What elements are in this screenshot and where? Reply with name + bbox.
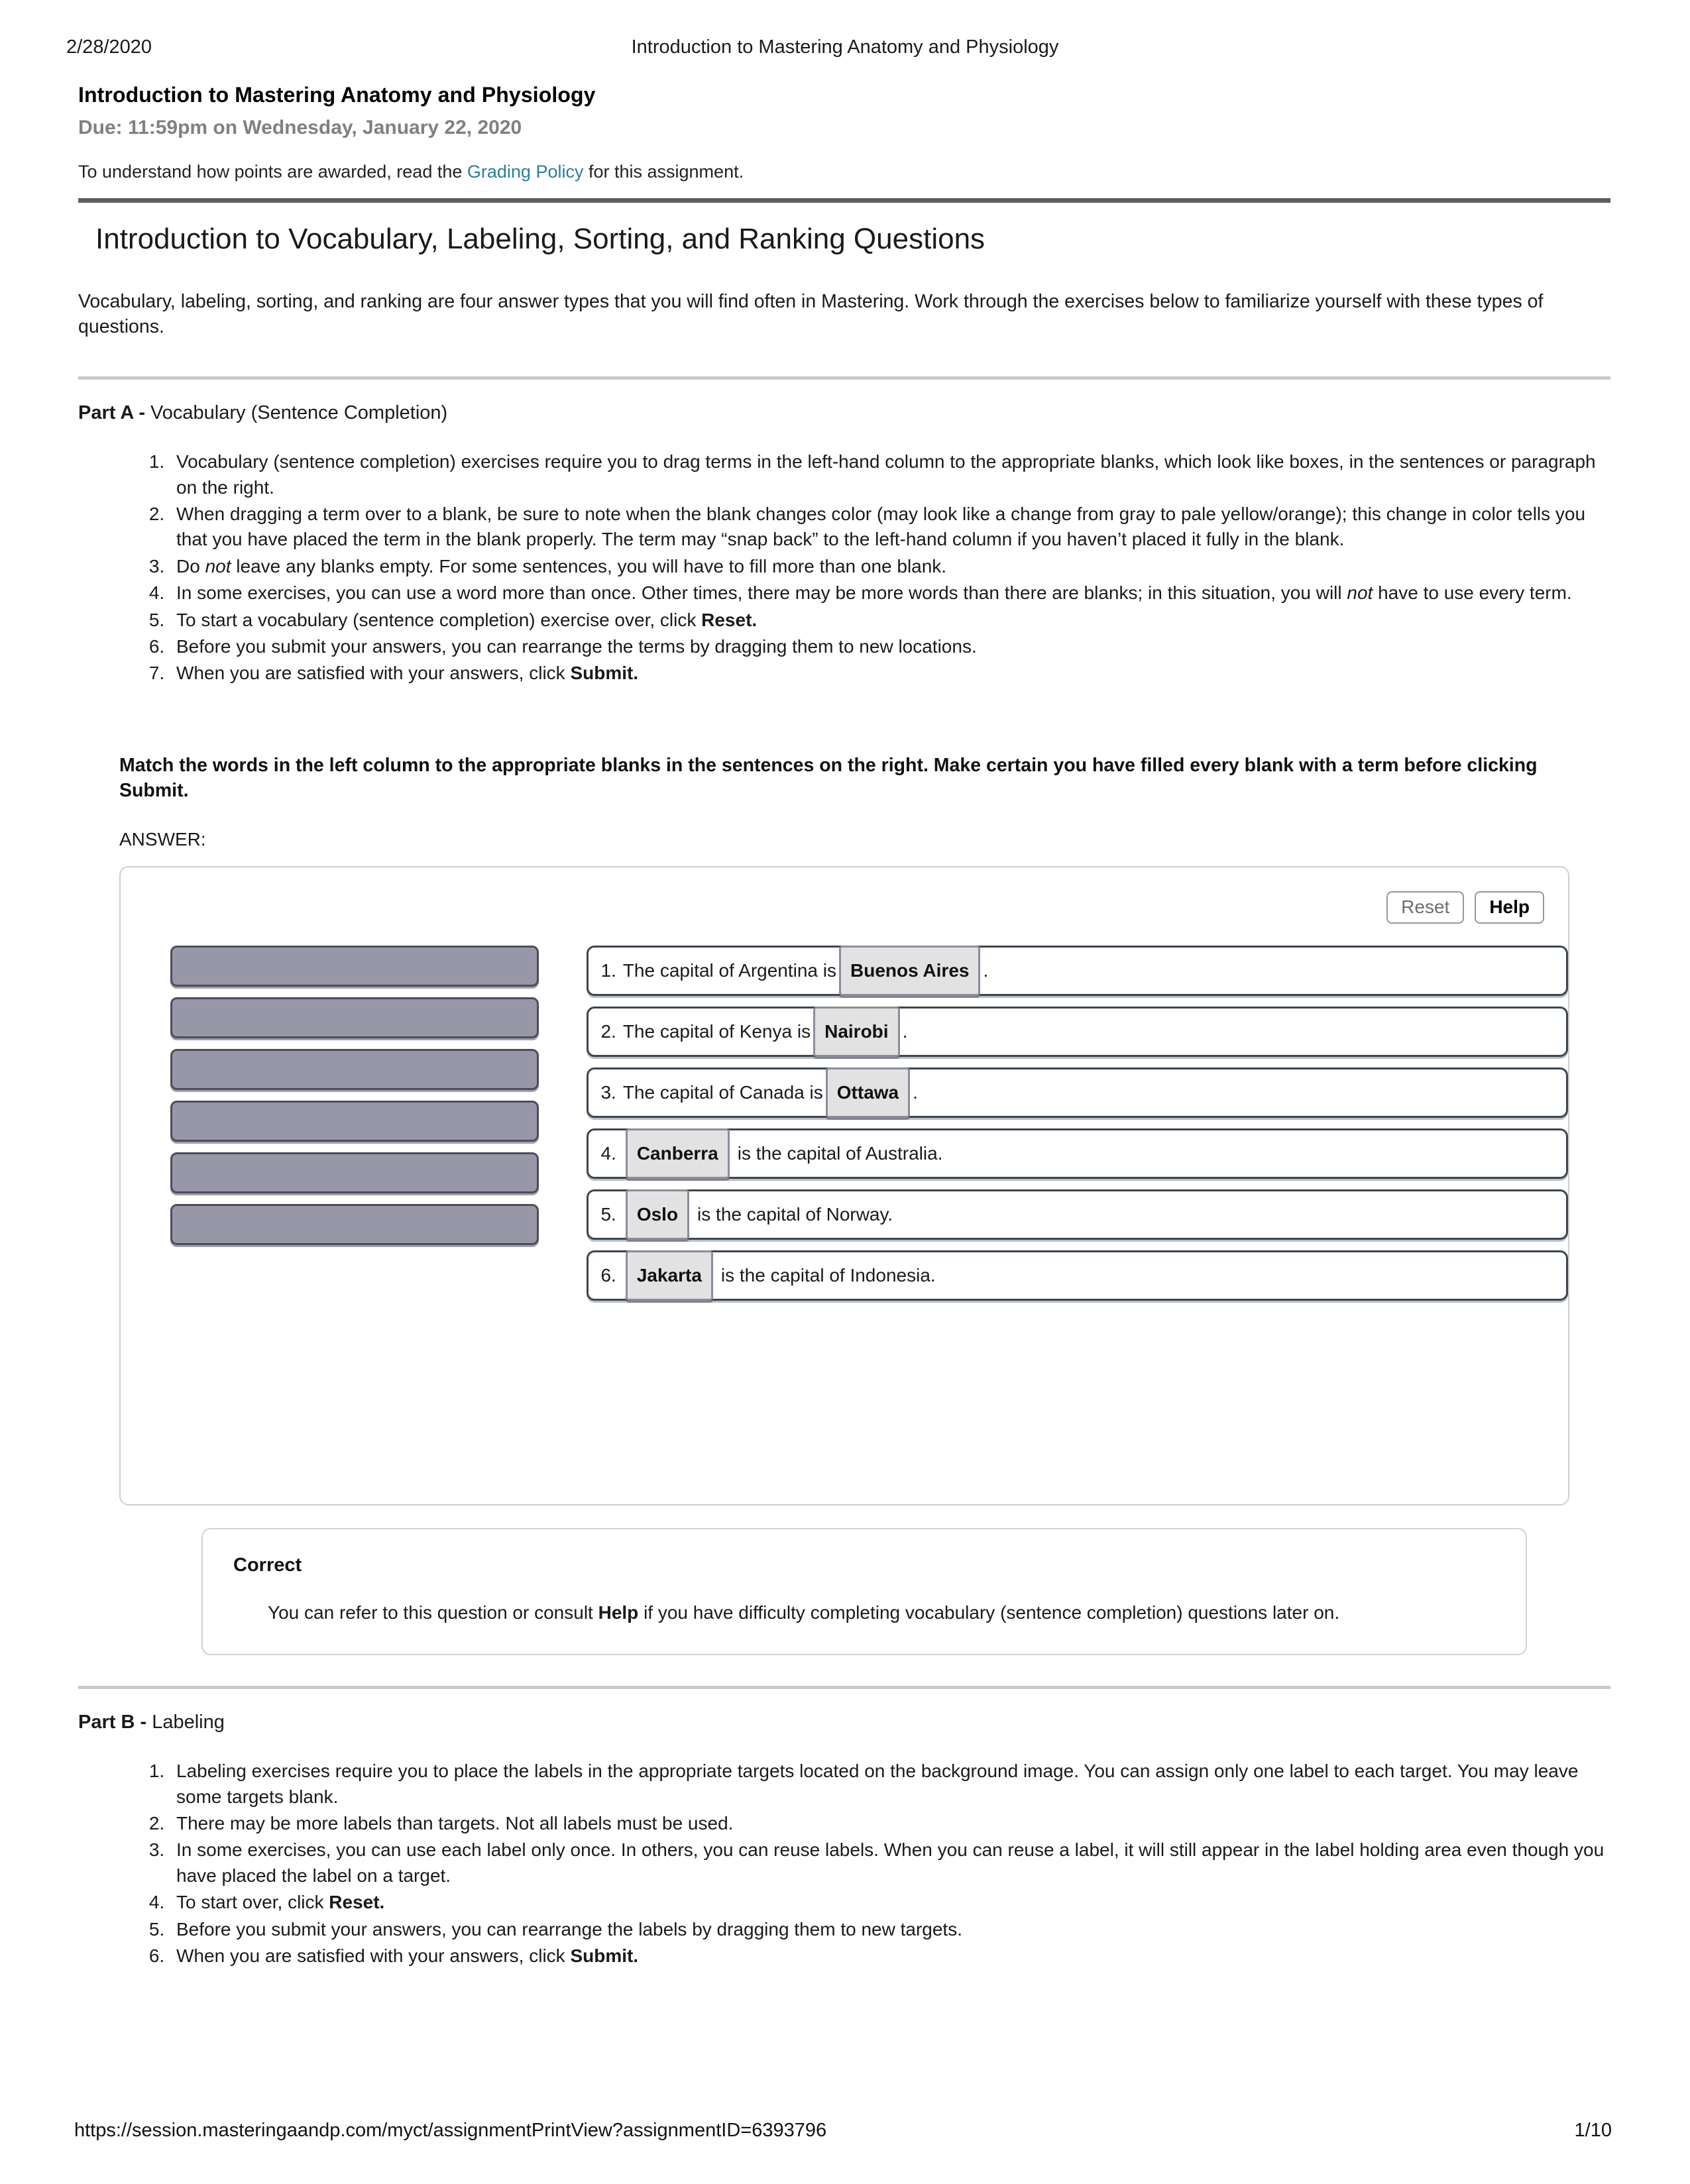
list-item: Vocabulary (sentence completion) exercis… xyxy=(170,449,1610,500)
print-page: 2/28/2020 Introduction to Mastering Anat… xyxy=(0,0,1690,2184)
help-button[interactable]: Help xyxy=(1475,891,1544,924)
list-item: Before you submit your answers, you can … xyxy=(170,1917,1610,1942)
part-a-instruction: Match the words in the left column to th… xyxy=(119,754,1538,802)
list-item: Before you submit your answers, you can … xyxy=(170,634,1610,659)
list-item: To start a vocabulary (sentence completi… xyxy=(170,608,1610,633)
feedback-status: Correct xyxy=(233,1554,302,1576)
sentence-row: 4. Canberra is the capital of Australia. xyxy=(587,1128,1568,1179)
sentence-row: 2. The capital of Kenya is Nairobi . xyxy=(587,1006,1568,1057)
list-item: In some exercises, you can use each labe… xyxy=(170,1837,1610,1888)
print-header: 2/28/2020 Introduction to Mastering Anat… xyxy=(66,36,1624,58)
sentence-column: 1. The capital of Argentina is Buenos Ai… xyxy=(587,945,1568,1301)
placed-term-chip[interactable]: Canberra xyxy=(625,1128,730,1179)
part-a-label: Part A - xyxy=(78,402,151,424)
divider-thin-part-a xyxy=(78,376,1610,380)
term-slot[interactable] xyxy=(170,997,539,1038)
feedback-box: Correct You can refer to this question o… xyxy=(201,1527,1527,1656)
sentence-number: 3. xyxy=(600,1081,616,1103)
sentence-number: 2. xyxy=(600,1020,616,1042)
placed-term-chip[interactable]: Jakarta xyxy=(625,1250,713,1301)
part-b-label: Part B - xyxy=(78,1712,152,1733)
term-slot[interactable] xyxy=(170,1100,539,1142)
assignment-title: Introduction to Mastering Anatomy and Ph… xyxy=(78,83,596,107)
sentence-text-before: The capital of Argentina is xyxy=(622,959,837,981)
part-b-name: Labeling xyxy=(152,1712,225,1733)
term-slot[interactable] xyxy=(170,1048,539,1090)
sentence-text-after: . xyxy=(902,1020,908,1042)
part-b-section: Part B - Labeling Labeling exercises req… xyxy=(78,1686,1610,1969)
grading-policy-link[interactable]: Grading Policy xyxy=(467,162,584,182)
list-item: To start over, click Reset. xyxy=(170,1890,1610,1915)
feedback-text: You can refer to this question or consul… xyxy=(268,1600,1495,1625)
divider-thick-top xyxy=(78,198,1610,203)
reset-button[interactable]: Reset xyxy=(1386,891,1465,924)
print-header-title: Introduction to Mastering Anatomy and Ph… xyxy=(631,36,1059,58)
section-title: Introduction to Vocabulary, Labeling, So… xyxy=(95,223,986,255)
grading-policy-line: To understand how points are awarded, re… xyxy=(78,162,1610,182)
placed-term-chip[interactable]: Oslo xyxy=(625,1189,690,1240)
list-item: Labeling exercises require you to place … xyxy=(170,1759,1610,1810)
sentence-text-after: is the capital of Norway. xyxy=(697,1203,893,1225)
sentence-row: 5. Oslo is the capital of Norway. xyxy=(587,1189,1568,1240)
sentence-text-before: The capital of Canada is xyxy=(622,1081,823,1103)
list-item: When dragging a term over to a blank, be… xyxy=(170,502,1610,553)
sentence-row: 1. The capital of Argentina is Buenos Ai… xyxy=(587,945,1568,996)
part-a-heading: Part A - Vocabulary (Sentence Completion… xyxy=(78,402,1610,424)
sentence-text-before: The capital of Kenya is xyxy=(622,1020,811,1042)
sentence-row: 3. The capital of Canada is Ottawa . xyxy=(587,1067,1568,1118)
part-a-rules-list: Vocabulary (sentence completion) exercis… xyxy=(78,449,1610,686)
list-item: In some exercises, you can use a word mo… xyxy=(170,580,1610,606)
footer-page-number: 1/10 xyxy=(1574,2120,1612,2141)
footer-url: https://session.masteringaandp.com/myct/… xyxy=(74,2120,827,2141)
sentence-text-after: . xyxy=(983,959,989,981)
divider-thin-part-b xyxy=(78,1686,1610,1690)
panel-body: 1. The capital of Argentina is Buenos Ai… xyxy=(121,945,1568,1301)
placed-term-chip[interactable]: Ottawa xyxy=(825,1067,911,1118)
feedback-help-word: Help xyxy=(598,1602,639,1623)
term-slot[interactable] xyxy=(170,1203,539,1245)
sentence-row: 6. Jakarta is the capital of Indonesia. xyxy=(587,1250,1568,1301)
section-intro: Vocabulary, labeling, sorting, and ranki… xyxy=(78,291,1544,338)
panel-toolbar: Reset Help xyxy=(1386,891,1544,924)
list-item: There may be more labels than targets. N… xyxy=(170,1811,1610,1836)
sentence-number: 6. xyxy=(600,1264,616,1285)
term-bank-column xyxy=(170,945,539,1301)
term-slot[interactable] xyxy=(170,945,539,987)
document-content: Introduction to Mastering Anatomy and Ph… xyxy=(78,83,1610,1970)
feedback-text-after: if you have difficulty completing vocabu… xyxy=(638,1602,1340,1623)
part-b-rules-list: Labeling exercises require you to place … xyxy=(78,1759,1610,1969)
assignment-due-date: Due: 11:59pm on Wednesday, January 22, 2… xyxy=(78,117,522,138)
answer-label: ANSWER: xyxy=(119,828,206,849)
print-footer: https://session.masteringaandp.com/myct/… xyxy=(74,2120,1612,2142)
grading-policy-suffix: for this assignment. xyxy=(583,162,744,182)
part-b-heading: Part B - Labeling xyxy=(78,1712,1610,1733)
sentence-text-after: . xyxy=(913,1081,918,1103)
sentence-number: 1. xyxy=(600,959,616,981)
list-item: Do not leave any blanks empty. For some … xyxy=(170,554,1610,579)
term-slot[interactable] xyxy=(170,1152,539,1193)
sentence-text-after: is the capital of Australia. xyxy=(737,1142,943,1164)
list-item: When you are satisfied with your answers… xyxy=(170,661,1610,686)
list-item: When you are satisfied with your answers… xyxy=(170,1943,1610,1969)
feedback-text-before: You can refer to this question or consul… xyxy=(268,1602,598,1623)
answer-panel: Reset Help 1. The capital of Argentina i… xyxy=(119,865,1569,1505)
sentence-text-after: is the capital of Indonesia. xyxy=(720,1264,936,1285)
placed-term-chip[interactable]: Buenos Aires xyxy=(839,945,981,996)
sentence-number: 5. xyxy=(600,1203,616,1225)
placed-term-chip[interactable]: Nairobi xyxy=(813,1006,900,1057)
grading-policy-prefix: To understand how points are awarded, re… xyxy=(78,162,467,182)
part-a-name: Vocabulary (Sentence Completion) xyxy=(150,402,448,424)
sentence-number: 4. xyxy=(600,1142,616,1164)
